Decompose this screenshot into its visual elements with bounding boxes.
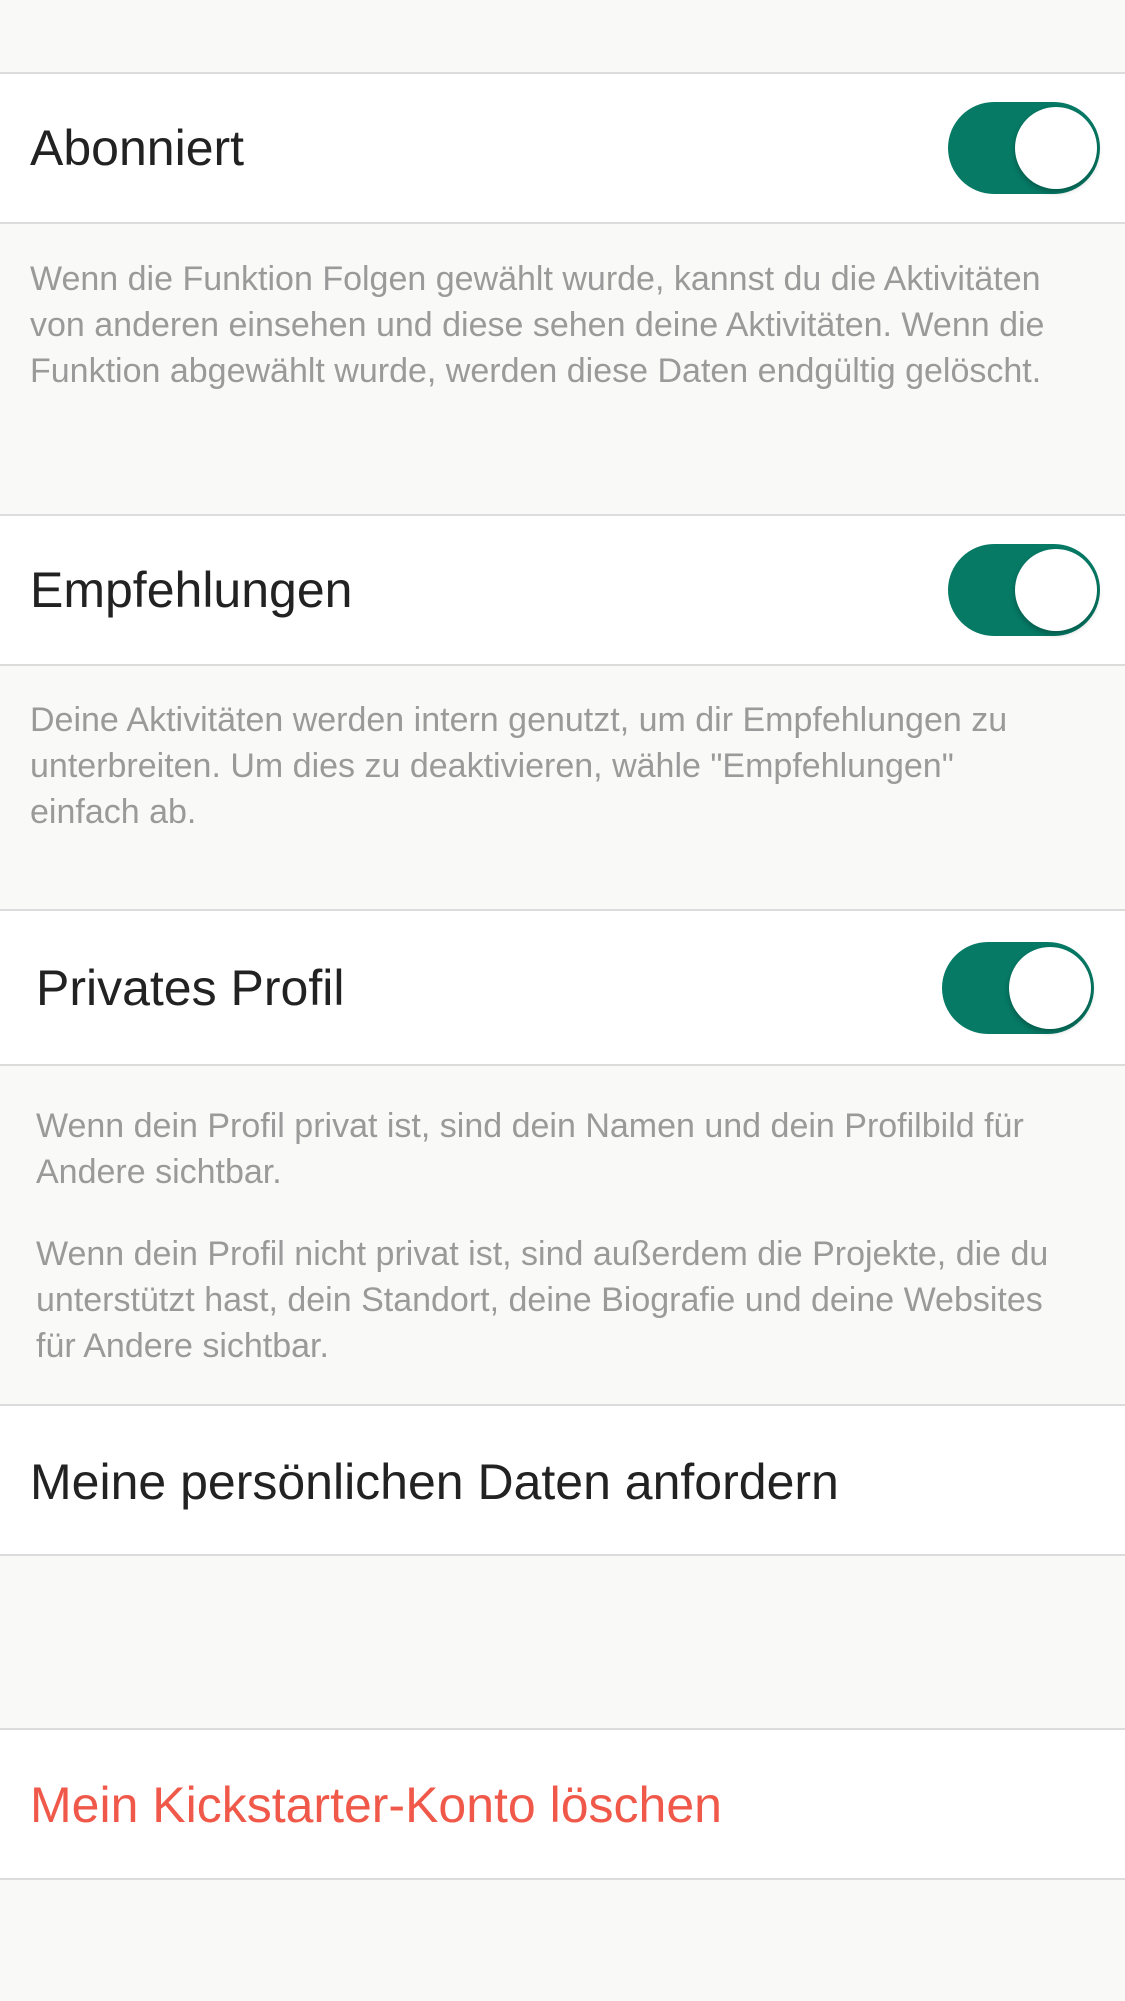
private-profile-description-public: Wenn dein Profil nicht privat ist, sind … [36,1235,1049,1365]
toggle-knob [1009,947,1091,1029]
delete-account-label: Mein Kickstarter-Konto löschen [30,1777,722,1833]
private-profile-label: Privates Profil [36,960,345,1016]
followed-label: Abonniert [30,120,245,176]
request-data-row[interactable]: Meine persönlichen Daten anfordern [0,1406,1125,1554]
followed-description: Wenn die Funktion Folgen gewählt wurde, … [30,260,1045,390]
recommendations-row: Empfehlungen [0,516,1125,664]
followed-row: Abonniert [0,74,1125,222]
toggle-knob [1015,107,1097,189]
recommendations-label: Empfehlungen [30,562,353,618]
followed-toggle[interactable] [948,102,1100,194]
recommendations-description: Deine Aktivitäten werden intern genutzt,… [30,701,1008,831]
divider [0,1554,1125,1556]
divider [0,222,1125,224]
private-profile-row: Privates Profil [0,911,1125,1064]
toggle-knob [1015,549,1097,631]
recommendations-toggle[interactable] [948,544,1100,636]
divider [0,1878,1125,1880]
divider [0,664,1125,666]
delete-account-row[interactable]: Mein Kickstarter-Konto löschen [0,1730,1125,1878]
private-profile-toggle[interactable] [942,942,1094,1034]
divider [0,1064,1125,1066]
private-profile-description-private: Wenn dein Profil privat ist, sind dein N… [36,1107,1024,1191]
request-data-label: Meine persönlichen Daten anfordern [30,1454,839,1510]
